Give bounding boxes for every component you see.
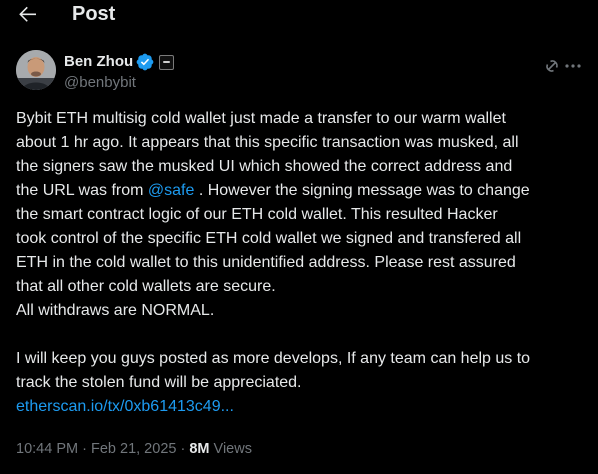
author-name[interactable]: Ben Zhou: [64, 52, 133, 72]
post-text-line: that all other cold wallets are secure.: [16, 278, 276, 295]
etherscan-link[interactable]: etherscan.io/tx/0xb61413c49...: [16, 398, 234, 415]
meta-separator: ·: [180, 441, 186, 457]
name-row: Ben Zhou: [64, 52, 175, 72]
post-text-line: Bybit ETH multisig cold wallet just made…: [16, 110, 506, 127]
post-text-line: the URL was from @safe . However the sig…: [16, 179, 588, 203]
avatar-image: [16, 50, 56, 90]
avatar[interactable]: [16, 50, 56, 90]
more-dots-icon: [565, 64, 581, 68]
author-handle[interactable]: @benbybit: [64, 73, 174, 93]
page-title: Post: [72, 3, 116, 25]
post-metadata: 10:44 PM · Feb 21, 2025 · 8M Views: [16, 439, 252, 459]
arrow-left-icon: [19, 6, 36, 22]
views-count: 8M: [189, 441, 210, 457]
grok-button[interactable]: [544, 58, 560, 74]
verified-badge-icon[interactable]: [136, 53, 154, 71]
grok-icon: [546, 60, 558, 72]
affiliate-badge-icon[interactable]: [159, 54, 175, 70]
post-time[interactable]: 10:44 PM: [16, 441, 78, 457]
post-body: Bybit ETH multisig cold wallet just made…: [16, 107, 588, 419]
post-date[interactable]: Feb 21, 2025: [91, 441, 176, 457]
post-text-line: I will keep you guys posted as more deve…: [16, 350, 531, 367]
post-text-segment: . However the signing message was to cha…: [194, 182, 530, 199]
post-text-line: the smart contract logic of our ETH cold…: [16, 206, 498, 223]
post-text-line: the signers saw the musked UI which show…: [16, 158, 513, 175]
views-label: Views: [213, 441, 252, 457]
meta-separator: ·: [82, 441, 87, 457]
author-identity: Ben Zhou @benbybit: [64, 52, 175, 93]
post-text-line: etherscan.io/tx/0xb61413c49...: [16, 395, 588, 419]
post-text-line: All withdraws are NORMAL.: [16, 302, 215, 319]
post-text-line: took control of the specific ETH cold wa…: [16, 230, 522, 247]
more-options-button[interactable]: [564, 58, 582, 74]
back-button[interactable]: [16, 2, 40, 26]
post-text-line: track the stolen fund will be appreciate…: [16, 374, 302, 391]
top-bar: Post: [0, 0, 598, 30]
post-text-line: about 1 hr ago. It appears that this spe…: [16, 134, 519, 151]
author-row: Ben Zhou @benbybit: [16, 48, 582, 94]
mention-link[interactable]: @safe: [148, 182, 194, 199]
post-text-line: ETH in the cold wallet to this unidentif…: [16, 254, 516, 271]
post-text-segment: the URL was from: [16, 182, 148, 199]
